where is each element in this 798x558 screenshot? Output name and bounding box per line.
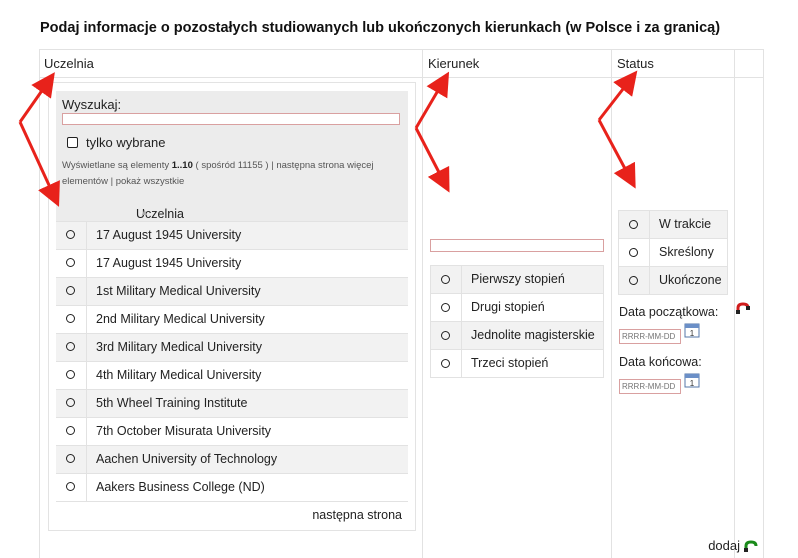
degree-option[interactable]: Trzeci stopień bbox=[431, 350, 603, 377]
field-of-study-input[interactable] bbox=[430, 239, 604, 252]
add-icon bbox=[744, 539, 758, 552]
status-option[interactable]: Skreślony bbox=[619, 239, 727, 267]
university-row[interactable]: 3rd Military Medical University bbox=[56, 334, 408, 362]
university-row[interactable]: 5th Wheel Training Institute bbox=[56, 390, 408, 418]
degree-label: Jednolite magisterskie bbox=[471, 328, 595, 342]
university-radio[interactable] bbox=[66, 426, 75, 435]
university-row[interactable]: 2nd Military Medical University bbox=[56, 306, 408, 334]
search-label: Wyszukaj: bbox=[62, 97, 122, 112]
degree-option[interactable]: Pierwszy stopień bbox=[431, 266, 603, 294]
sort-ascending-icon: ▲ bbox=[140, 207, 149, 217]
university-name: 17 August 1945 University bbox=[96, 256, 242, 270]
university-name: 5th Wheel Training Institute bbox=[96, 396, 248, 410]
university-name: 2nd Military Medical University bbox=[96, 312, 265, 326]
university-name: 3rd Military Medical University bbox=[96, 340, 263, 354]
calendar-icon[interactable]: 1 bbox=[684, 372, 700, 388]
status-radio[interactable] bbox=[629, 220, 638, 229]
degree-option[interactable]: Drugi stopień bbox=[431, 294, 603, 322]
start-date-input[interactable] bbox=[619, 329, 681, 344]
university-row[interactable]: 17 August 1945 University bbox=[56, 222, 408, 250]
degree-options: Pierwszy stopień Drugi stopień Jednolite m… bbox=[430, 265, 604, 378]
calendar-icon[interactable]: 1 bbox=[684, 322, 700, 338]
studies-table: Uczelnia Kierunek Status Wyszukaj: tylko… bbox=[39, 49, 764, 558]
university-name: Aachen University of Technology bbox=[96, 452, 278, 466]
degree-label: Pierwszy stopień bbox=[471, 272, 565, 286]
only-selected-checkbox[interactable] bbox=[67, 137, 78, 148]
university-row[interactable]: 7th October Misurata University bbox=[56, 418, 408, 446]
university-radio[interactable] bbox=[66, 230, 75, 239]
status-radio[interactable] bbox=[629, 248, 638, 257]
next-page-link[interactable]: następna strona bbox=[312, 508, 402, 522]
svg-text:1: 1 bbox=[690, 329, 695, 338]
status-option[interactable]: Ukończone bbox=[619, 267, 727, 294]
university-row[interactable]: 4th Military Medical University bbox=[56, 362, 408, 390]
university-list-header[interactable]: Uczelnia ▲ bbox=[56, 195, 408, 222]
university-radio[interactable] bbox=[66, 454, 75, 463]
university-radio[interactable] bbox=[66, 314, 75, 323]
page-title: Podaj informacje o pozostałych studiowan… bbox=[40, 20, 721, 36]
university-name: 7th October Misurata University bbox=[96, 424, 272, 438]
only-selected-toggle[interactable]: tylko wybrane bbox=[67, 135, 165, 150]
university-row[interactable]: 1st Military Medical University bbox=[56, 278, 408, 306]
end-date-input[interactable] bbox=[619, 379, 681, 394]
degree-option[interactable]: Jednolite magisterskie bbox=[431, 322, 603, 350]
pagination-info: Wyświetlane są elementy 1..10 ( spośród … bbox=[56, 155, 408, 195]
university-name: 17 August 1945 University bbox=[96, 228, 242, 242]
degree-radio[interactable] bbox=[441, 303, 450, 312]
end-date-label: Data końcowa: bbox=[619, 355, 702, 369]
university-row[interactable]: Aachen University of Technology bbox=[56, 446, 408, 474]
university-radio[interactable] bbox=[66, 342, 75, 351]
status-label: Ukończone bbox=[659, 273, 722, 287]
show-all-link[interactable]: elementów | pokaż wszystkie bbox=[62, 176, 184, 187]
column-header-status: Status bbox=[617, 56, 654, 71]
university-name: Aakers Business College (ND) bbox=[96, 480, 265, 494]
university-row[interactable]: Aakers Business College (ND) bbox=[56, 474, 408, 502]
remove-row-icon[interactable] bbox=[736, 302, 750, 314]
university-radio[interactable] bbox=[66, 482, 75, 491]
column-header-kierunek: Kierunek bbox=[428, 56, 480, 71]
university-list: Uczelnia ▲ 17 August 1945 University 17 Au… bbox=[56, 195, 408, 526]
degree-radio[interactable] bbox=[441, 359, 450, 368]
status-label: W trakcie bbox=[659, 217, 712, 231]
university-name: 4th Military Medical University bbox=[96, 368, 262, 382]
university-picker: Wyszukaj: tylko wybrane Wyświetlane są e… bbox=[48, 82, 416, 531]
column-header-uczelnia: Uczelnia bbox=[44, 56, 94, 71]
search-panel: Wyszukaj: tylko wybrane bbox=[56, 91, 408, 155]
start-date-label: Data początkowa: bbox=[619, 305, 719, 319]
degree-label: Drugi stopień bbox=[471, 300, 545, 314]
university-radio[interactable] bbox=[66, 258, 75, 267]
degree-radio[interactable] bbox=[441, 275, 450, 284]
status-option[interactable]: W trakcie bbox=[619, 211, 727, 239]
degree-label: Trzeci stopień bbox=[471, 356, 549, 370]
status-options: W trakcie Skreślony Ukończone bbox=[618, 210, 728, 295]
university-radio[interactable] bbox=[66, 370, 75, 379]
svg-text:1: 1 bbox=[690, 379, 695, 388]
university-radio[interactable] bbox=[66, 286, 75, 295]
university-row[interactable]: 17 August 1945 University bbox=[56, 250, 408, 278]
status-label: Skreślony bbox=[659, 245, 714, 259]
only-selected-label: tylko wybrane bbox=[86, 135, 166, 150]
status-radio[interactable] bbox=[629, 276, 638, 285]
university-radio[interactable] bbox=[66, 398, 75, 407]
university-search-input[interactable] bbox=[62, 113, 400, 125]
degree-radio[interactable] bbox=[441, 331, 450, 340]
university-name: 1st Military Medical University bbox=[96, 284, 261, 298]
add-row-button[interactable]: dodaj bbox=[708, 538, 758, 553]
